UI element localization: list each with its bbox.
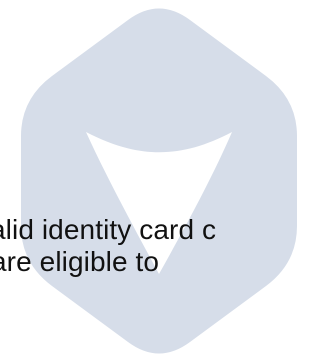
screenshot-crop: alid identity card c are eligible to	[0, 0, 318, 362]
text-line-2: are eligible to	[0, 246, 160, 277]
hexagon-triangle-logo	[21, 8, 297, 354]
text-snippet: alid identity card c are eligible to	[0, 214, 318, 284]
text-line-1: alid identity card c	[0, 214, 217, 245]
